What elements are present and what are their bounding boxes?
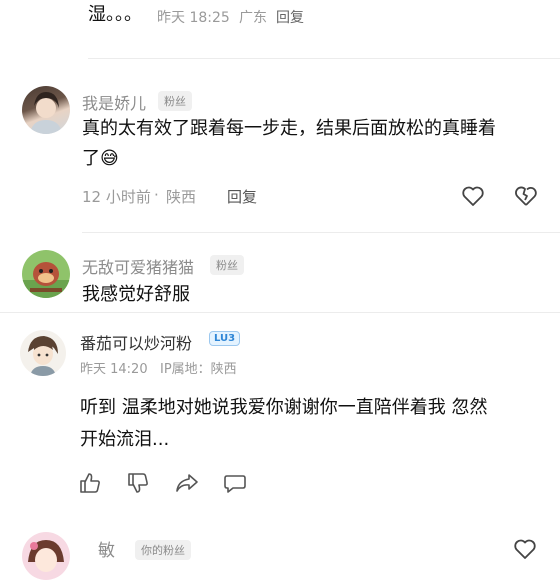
username[interactable]: 番茄可以炒河粉 [80,330,192,354]
username[interactable]: 敏 [98,536,115,561]
comment-location: 广东 [239,10,267,26]
comment-icon[interactable] [223,472,247,494]
thumb-up-icon[interactable] [79,472,101,494]
comment-text: 湿。。。 [88,4,142,25]
comment-text-line1: 听到 温柔地对她说我爱你谢谢你一直陪伴着我 忽然 [80,397,488,418]
comment-text-line1: 真的太有效了跟着每一步走，结果后面放松的真睡着 [82,118,496,139]
broken-heart-icon[interactable] [514,185,538,207]
username[interactable]: 我是娇儿 [82,90,146,114]
heart-icon[interactable] [461,185,485,207]
avatar[interactable] [20,330,66,376]
sweat-smile-emoji: 😅 [100,148,119,169]
divider [82,232,560,233]
comment-text: 真的太有效了跟着每一步走，结果后面放松的真睡着 了😅 [82,114,552,174]
avatar[interactable] [22,250,70,298]
comment-location: 陕西 [166,188,197,206]
comment-text-line2-wrap: 了😅 [82,144,552,174]
comment-text-line2: 了 [82,148,100,169]
comment-0: 湿。。。 昨天 18:25 广东 回复 [0,0,560,40]
username[interactable]: 无敌可爱猪猪猫 [82,254,194,278]
comment-time: 12 小时前 [82,188,151,206]
ip-location: IP属地：陕西 [160,362,237,377]
comment-time: 昨天 18:25 [157,10,230,26]
dot-separator: · [154,186,159,204]
divider [0,312,560,313]
reply-button[interactable]: 回复 [276,7,304,27]
fan-badge: 粉丝 [210,255,244,275]
thumb-down-icon[interactable] [127,472,149,494]
fan-badge: 你的粉丝 [135,540,191,560]
heart-icon[interactable] [513,538,537,560]
comment-time: 昨天 14:20 [80,362,148,377]
reply-button[interactable]: 回复 [227,186,257,207]
avatar[interactable] [22,86,70,134]
divider [88,58,560,59]
share-icon[interactable] [175,472,199,494]
avatar[interactable] [22,532,70,580]
comment-text: 听到 温柔地对她说我爱你谢谢你一直陪伴着我 忽然 开始流泪... [80,392,550,456]
fan-badge: 粉丝 [158,91,192,111]
level-badge: LU3 [209,331,241,346]
comment-text-line2: 开始流泪... [80,429,170,450]
comment-text: 我感觉好舒服 [82,284,190,305]
